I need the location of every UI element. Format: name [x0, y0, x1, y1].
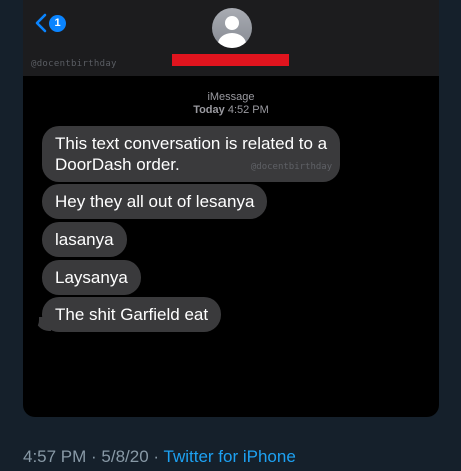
imessage-screenshot: 1 @docentbirthday iMessage Today 4:52 PM… [23, 0, 439, 417]
conversation-header: 1 @docentbirthday [23, 0, 439, 76]
bubble-tail-mask [25, 314, 39, 332]
message-text-line: This text conversation is related to a [55, 134, 328, 153]
message-bubble[interactable]: This text conversation is related to a D… [42, 126, 341, 182]
tweet-source-link[interactable]: Twitter for iPhone [164, 447, 296, 466]
watermark: @docentbirthday [250, 162, 333, 172]
timestamp-day: Today [193, 104, 225, 116]
timestamp-label: Today 4:52 PM [23, 104, 439, 116]
message-text: Laysanya [55, 268, 128, 287]
separator: · [86, 447, 102, 466]
back-button[interactable]: 1 [35, 12, 66, 34]
tweet-footer: 4:57 PM · 5/8/20 · Twitter for iPhone [23, 447, 296, 467]
contact-avatar[interactable] [212, 8, 252, 48]
redacted-contact-name [172, 54, 289, 66]
service-label: iMessage [207, 91, 255, 103]
message-text: The shit Garfield eat [55, 305, 209, 324]
chevron-left-icon [35, 13, 47, 33]
avatar-head-shape [225, 16, 239, 30]
tweet-date[interactable]: 5/8/20 [101, 447, 148, 466]
watermark: @docentbirthday [31, 59, 117, 69]
message-bubble[interactable]: lasanya [42, 222, 127, 257]
message-bubble[interactable]: Hey they all out of lesanya [42, 184, 268, 219]
timestamp-time: 4:52 PM [227, 104, 269, 116]
message-text: lasanya [55, 230, 114, 249]
unread-count-badge: 1 [49, 14, 66, 32]
separator: · [148, 447, 164, 466]
message-bubble[interactable]: Laysanya [42, 260, 141, 295]
message-bubble[interactable]: The shit Garfield eat [42, 297, 222, 332]
tweet-page: 1 @docentbirthday iMessage Today 4:52 PM… [0, 0, 461, 471]
message-text: Hey they all out of lesanya [55, 192, 255, 211]
tweet-time[interactable]: 4:57 PM [23, 447, 86, 466]
avatar-body-shape [218, 33, 246, 48]
